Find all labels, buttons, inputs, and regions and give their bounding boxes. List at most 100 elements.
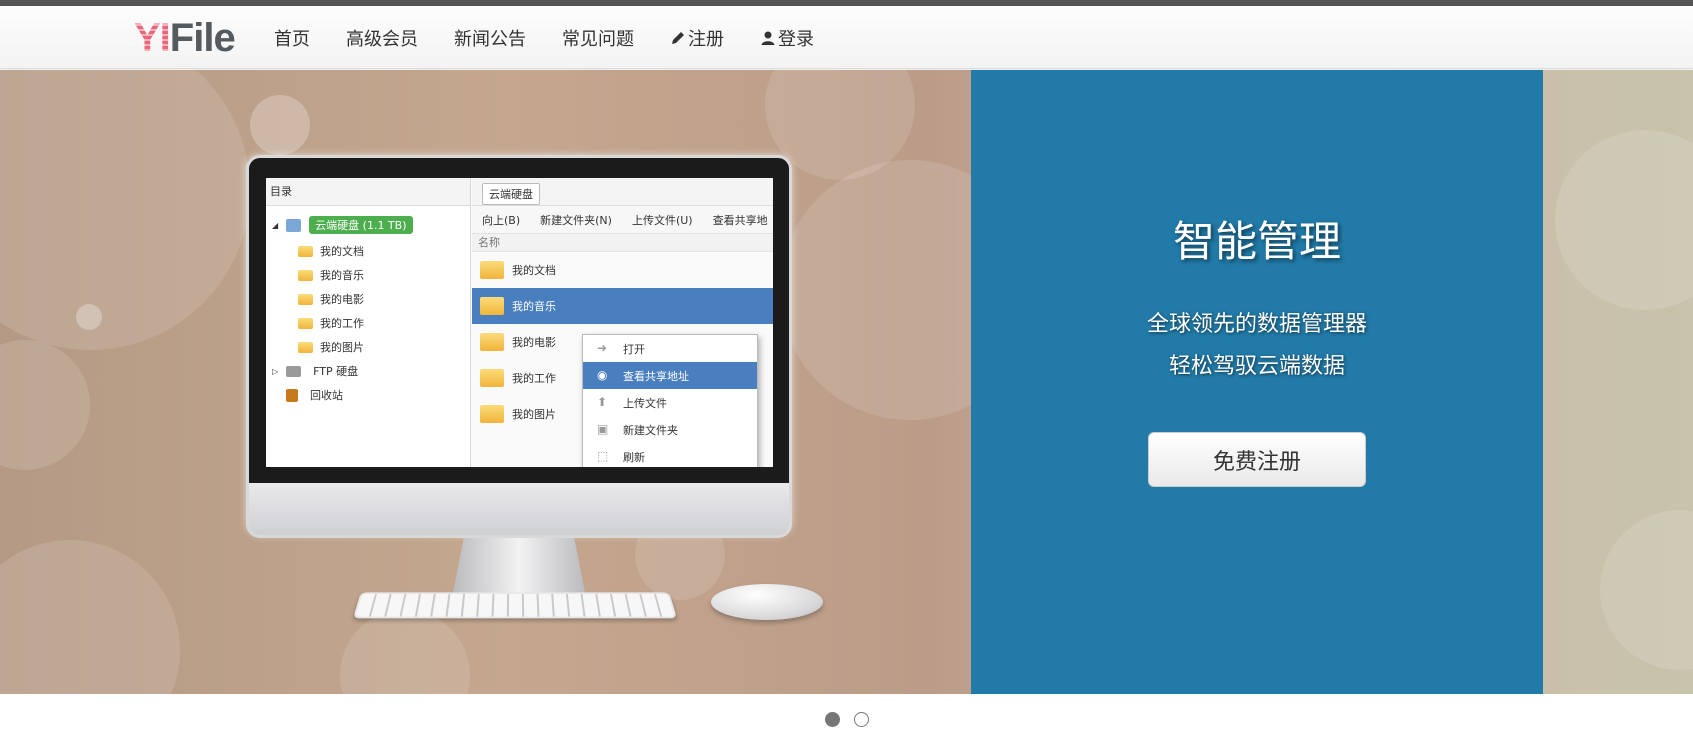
navbar: YI File bbox=[0, 6, 1693, 69]
path-chip: 云端硬盘 bbox=[482, 183, 540, 205]
tree-item-label: 我的音乐 bbox=[320, 269, 364, 282]
ctx-share-label: 查看共享地址 bbox=[623, 369, 689, 383]
ctx-open: ➜ 打开 bbox=[583, 335, 757, 362]
collapse-icon: ▷ bbox=[272, 366, 279, 376]
bg-bubble bbox=[0, 540, 180, 694]
tree-item-label: 我的电影 bbox=[320, 293, 364, 306]
tree-root-label: 云端硬盘 (1.1 TB) bbox=[309, 216, 413, 234]
register-free-button[interactable]: 免费注册 bbox=[1148, 432, 1366, 487]
logo-file: File bbox=[169, 16, 236, 60]
nav-premium[interactable]: 高级会员 bbox=[328, 6, 436, 69]
new-folder-icon: ▣ bbox=[597, 422, 609, 436]
bg-bubble bbox=[340, 610, 470, 694]
nav-login[interactable]: 登录 bbox=[742, 6, 832, 69]
bg-bubble bbox=[1555, 130, 1693, 310]
file-row-label: 我的文档 bbox=[512, 264, 556, 277]
folder-icon bbox=[480, 297, 504, 315]
nav-faq-label: 常见问题 bbox=[562, 28, 634, 50]
tree-ftp: ▷ FTP 硬盘 bbox=[272, 362, 358, 380]
ctx-refresh: ⬚ 刷新 bbox=[583, 443, 757, 467]
ctx-new-folder-label: 新建文件夹 bbox=[623, 423, 678, 437]
user-icon bbox=[761, 31, 775, 45]
bg-bubble bbox=[1600, 510, 1693, 670]
bg-bubble bbox=[0, 340, 90, 470]
directory-tree: 目录 ◢ 云端硬盘 (1.1 TB) 我的文档 我的音乐 我的电影 我的工作 我… bbox=[266, 178, 471, 467]
pencil-icon bbox=[672, 31, 684, 44]
nav-premium-label: 高级会员 bbox=[346, 28, 418, 50]
toolbar-up: 向上(B) bbox=[482, 213, 521, 227]
folder-icon bbox=[480, 261, 504, 279]
file-manager-screenshot: 目录 ◢ 云端硬盘 (1.1 TB) 我的文档 我的音乐 我的电影 我的工作 我… bbox=[266, 178, 773, 467]
folder-icon bbox=[298, 317, 313, 329]
cloud-drive-icon bbox=[286, 218, 302, 232]
tree-item: 我的电影 bbox=[298, 290, 364, 308]
refresh-icon: ⬚ bbox=[597, 449, 609, 463]
monitor-chin bbox=[246, 483, 792, 538]
nav-login-label: 登录 bbox=[778, 28, 814, 50]
ctx-open-label: 打开 bbox=[623, 342, 645, 356]
file-row-label: 我的工作 bbox=[512, 372, 556, 385]
column-name-header: 名称 bbox=[472, 234, 773, 252]
tree-header: 目录 bbox=[266, 178, 470, 206]
file-row-label: 我的图片 bbox=[512, 408, 556, 421]
tree-item: 我的工作 bbox=[298, 314, 364, 332]
arrow-up-icon: ⬆ bbox=[597, 395, 608, 409]
tree-root: ◢ 云端硬盘 (1.1 TB) bbox=[272, 216, 413, 234]
tree-recycle-label: 回收站 bbox=[310, 389, 343, 402]
expand-icon: ◢ bbox=[272, 220, 279, 230]
tree-item-label: 我的图片 bbox=[320, 341, 364, 354]
folder-icon bbox=[480, 369, 504, 387]
keyboard-illustration bbox=[352, 592, 678, 619]
recycle-bin-icon bbox=[286, 388, 298, 402]
file-row: 我的文档 bbox=[472, 252, 773, 288]
tree-ftp-label: FTP 硬盘 bbox=[313, 365, 359, 378]
nav-home[interactable]: 首页 bbox=[270, 6, 328, 69]
ctx-new-folder: ▣ 新建文件夹 bbox=[583, 416, 757, 443]
nav-register[interactable]: 注册 bbox=[652, 6, 742, 69]
tree-recycle: 回收站 bbox=[286, 386, 343, 404]
nav-register-label: 注册 bbox=[688, 28, 724, 50]
bg-bubble bbox=[0, 70, 250, 350]
folder-icon bbox=[298, 341, 313, 353]
main-nav: 首页 高级会员 新闻公告 常见问题 注册 登录 bbox=[270, 6, 832, 69]
carousel-dot-2[interactable] bbox=[853, 712, 869, 727]
nav-faq[interactable]: 常见问题 bbox=[544, 6, 652, 69]
file-row-label: 我的音乐 bbox=[512, 300, 556, 313]
folder-icon bbox=[480, 405, 504, 423]
file-row-label: 我的电影 bbox=[512, 336, 556, 349]
promo-line-1: 全球领先的数据管理器 bbox=[1146, 312, 1367, 337]
file-row-selected: 我的音乐 bbox=[472, 288, 773, 324]
path-bar: 云端硬盘 bbox=[472, 178, 773, 206]
folder-icon bbox=[480, 333, 504, 351]
ctx-upload: ⬆ 上传文件 bbox=[583, 389, 757, 416]
ctx-upload-label: 上传文件 bbox=[623, 396, 667, 410]
toolbar-share: 查看共享地 bbox=[712, 213, 768, 227]
ctx-share: ◉ 查看共享地址 bbox=[583, 362, 757, 389]
logo-yi: YI bbox=[134, 16, 171, 60]
nav-home-label: 首页 bbox=[274, 28, 310, 50]
promo-panel: 智能管理 全球领先的数据管理器 轻松驾驭云端数据 免费注册 bbox=[971, 70, 1543, 694]
hero-carousel: 目录 ◢ 云端硬盘 (1.1 TB) 我的文档 我的音乐 我的电影 我的工作 我… bbox=[0, 70, 1693, 694]
bg-bubble bbox=[250, 95, 310, 155]
promo-line-2: 轻松驾驭云端数据 bbox=[1168, 354, 1345, 379]
logo[interactable]: YI File bbox=[134, 16, 236, 60]
carousel-dot-1[interactable] bbox=[824, 712, 840, 727]
nav-news-label: 新闻公告 bbox=[454, 28, 526, 50]
tree-item: 我的音乐 bbox=[298, 266, 364, 284]
carousel-indicators bbox=[0, 712, 1693, 727]
folder-icon bbox=[298, 269, 313, 281]
ftp-drive-icon bbox=[286, 365, 302, 377]
folder-icon bbox=[298, 245, 313, 257]
bg-bubble bbox=[76, 304, 102, 330]
tree-item-label: 我的文档 bbox=[320, 245, 364, 258]
nav-news[interactable]: 新闻公告 bbox=[436, 6, 544, 69]
tree-item: 我的文档 bbox=[298, 242, 364, 260]
arrow-right-icon: ➜ bbox=[597, 341, 608, 355]
tree-item: 我的图片 bbox=[298, 338, 364, 356]
ctx-refresh-label: 刷新 bbox=[623, 450, 645, 464]
context-menu: ➜ 打开 ◉ 查看共享地址 ⬆ 上传文件 ▣ 新建文件夹 ⬚ 刷新 bbox=[582, 334, 758, 467]
eye-icon: ◉ bbox=[597, 368, 608, 382]
folder-icon bbox=[298, 293, 313, 305]
tree-item-label: 我的工作 bbox=[320, 317, 364, 330]
file-toolbar: 向上(B) 新建文件夹(N) 上传文件(U) 查看共享地 bbox=[472, 206, 773, 234]
